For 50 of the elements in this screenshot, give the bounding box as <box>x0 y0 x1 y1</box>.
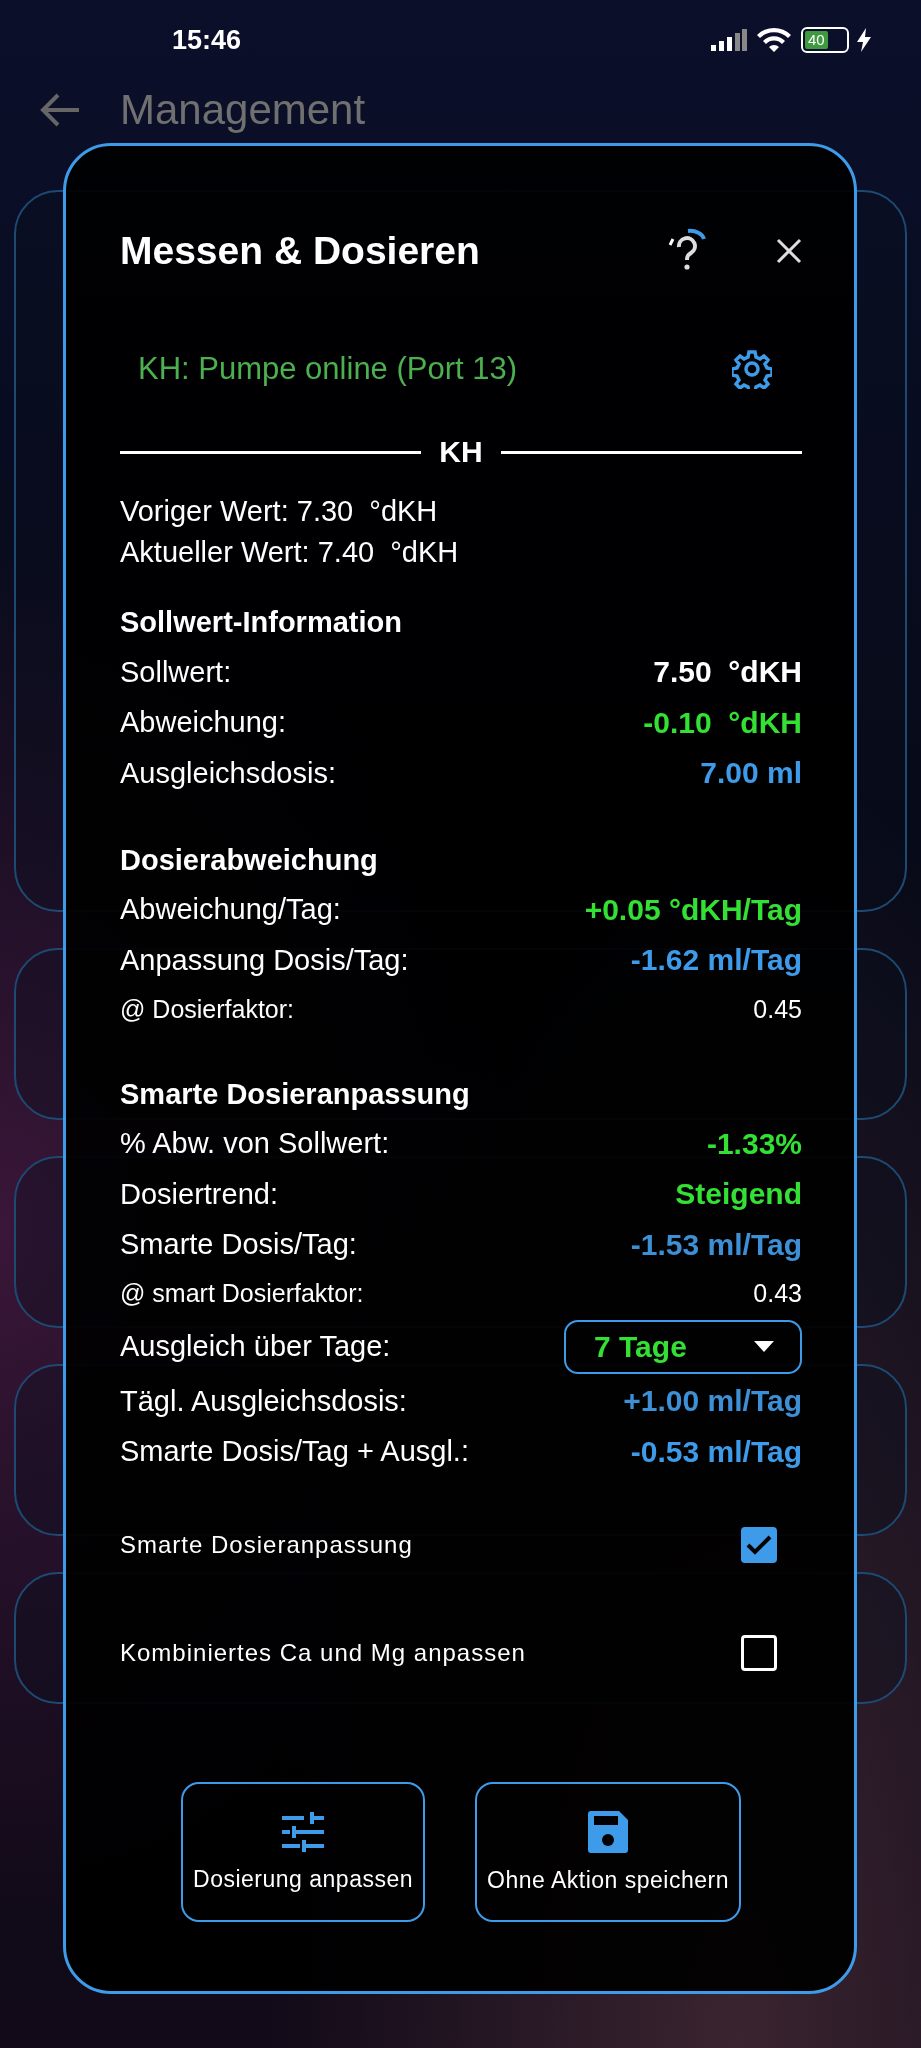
action-button[interactable]: Ohne Aktion speichern <box>475 1782 741 1922</box>
reading-text: Aktueller Wert: 7.40 °dKH <box>120 535 459 570</box>
page-title: Management <box>120 85 366 135</box>
charging-bolt-icon <box>857 28 871 52</box>
row-value: -0.10 °dKH <box>643 705 802 740</box>
row-value: +1.00 ml/Tag <box>623 1384 802 1419</box>
row-label: Abweichung/Tag: <box>120 893 341 927</box>
dialog-title: Messen & Dosieren <box>120 229 480 273</box>
checkbox-label: Kombiniertes Ca und Mg anpassen <box>120 1639 526 1667</box>
battery-level: 40 <box>805 31 828 49</box>
settings-icon[interactable] <box>732 349 772 389</box>
section-divider-title: KH <box>439 435 483 469</box>
days-dropdown[interactable]: 7 Tage <box>564 1319 802 1374</box>
signal-icon <box>711 29 747 51</box>
row-label: Sollwert: <box>120 655 232 689</box>
row-value: Steigend <box>675 1177 802 1212</box>
row-label: Smarte Dosis/Tag: <box>120 1228 357 1262</box>
checkbox[interactable] <box>741 1527 777 1563</box>
row-value: -0.53 ml/Tag <box>630 1434 802 1469</box>
row-value: +0.05 °dKH/Tag <box>584 892 802 927</box>
back-arrow-icon[interactable] <box>40 93 80 127</box>
row-value: 0.43 <box>753 1279 802 1308</box>
row-value: 7.00 ml <box>700 756 802 791</box>
sliders-icon <box>282 1811 324 1852</box>
row-label: Ausgleichsdosis: <box>120 756 336 790</box>
reading-text: Voriger Wert: 7.30 °dKH <box>120 494 438 529</box>
section-heading: Smarte Dosieranpassung <box>120 1076 470 1112</box>
row-value: 7.50 °dKH <box>653 655 802 690</box>
row-label: Anpassung Dosis/Tag: <box>120 943 409 977</box>
status-time: 15:46 <box>172 24 242 56</box>
row-label: @ smart Dosierfaktor: <box>120 1279 364 1308</box>
checkbox-label: Smarte Dosieranpassung <box>120 1531 413 1559</box>
row-label: Abweichung: <box>120 706 287 740</box>
section-heading: Sollwert-Information <box>120 605 402 640</box>
row-value: -1.62 ml/Tag <box>630 943 802 978</box>
row-label: Ausgleich über Tage: <box>120 1330 391 1363</box>
section-heading: Dosierabweichung <box>120 842 378 878</box>
row-value: 0.45 <box>753 994 802 1024</box>
pump-status: KH: Pumpe online (Port 13) <box>138 351 518 387</box>
close-icon[interactable] <box>776 238 802 264</box>
wifi-icon <box>755 26 793 54</box>
row-value: -1.33% <box>706 1126 802 1161</box>
action-button[interactable]: Dosierung anpassen <box>181 1782 425 1922</box>
row-label: Dosiertrend: <box>120 1177 278 1211</box>
row-label: @ Dosierfaktor: <box>120 994 295 1024</box>
row-value: -1.53 ml/Tag <box>630 1227 802 1262</box>
row-label: Smarte Dosis/Tag + Ausgl.: <box>120 1435 469 1469</box>
row-label: % Abw. von Sollwert: <box>120 1127 390 1161</box>
row-label: Tägl. Ausgleichsdosis: <box>120 1384 407 1418</box>
caret-icon <box>754 1341 774 1352</box>
